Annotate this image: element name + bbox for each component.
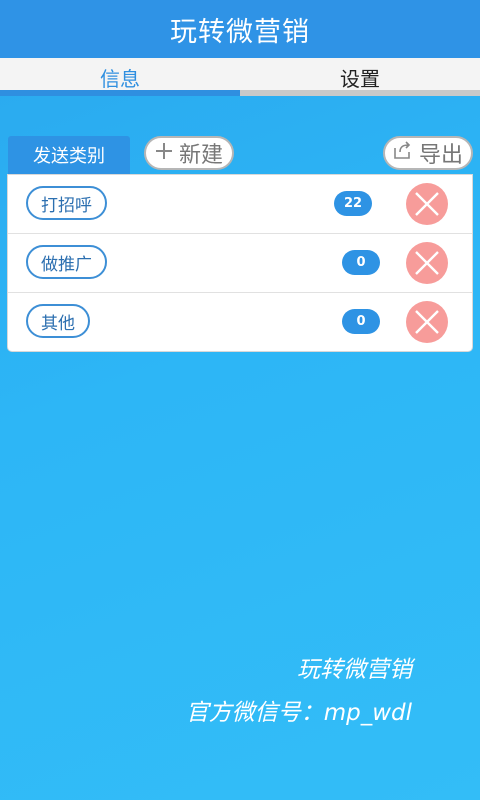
- export-button-label: 导出: [418, 143, 463, 168]
- category-label-button[interactable]: 其他: [26, 304, 90, 338]
- footer-wechat-id: 官方微信号：mp_wdl: [185, 700, 412, 726]
- export-button[interactable]: 导出: [383, 136, 473, 170]
- tab-settings-label: 设置: [340, 66, 380, 91]
- list-item: 其他 0: [8, 293, 472, 352]
- list-item: 打招呼 22: [8, 175, 472, 234]
- send-category-tab[interactable]: 发送类别: [8, 136, 130, 174]
- category-label-button[interactable]: 打招呼: [26, 186, 107, 220]
- new-button-label: 新建: [178, 143, 223, 168]
- delete-button[interactable]: [406, 242, 448, 284]
- tab-settings[interactable]: 设置: [240, 58, 480, 96]
- count-badge: 0: [342, 250, 380, 275]
- tab-settings-indicator: [240, 90, 480, 96]
- delete-button[interactable]: [406, 301, 448, 343]
- footer-brand: 玩转微营销: [297, 657, 412, 683]
- count-badge: 0: [342, 309, 380, 334]
- list-item: 做推广 0: [8, 234, 472, 293]
- category-list: 打招呼 22 做推广 0 其他 0: [7, 174, 473, 352]
- tab-info-label: 信息: [100, 66, 140, 91]
- tab-info-indicator: [0, 90, 240, 96]
- send-category-label: 发送类别: [33, 146, 105, 167]
- close-icon: [415, 310, 439, 334]
- delete-button[interactable]: [406, 183, 448, 225]
- tab-info[interactable]: 信息: [0, 58, 240, 96]
- tab-bar: 信息 设置: [0, 58, 480, 96]
- close-icon: [415, 192, 439, 216]
- category-label-button[interactable]: 做推广: [26, 245, 107, 279]
- app-title-bar: 玩转微营销: [0, 0, 480, 58]
- plus-icon: [155, 141, 173, 166]
- close-icon: [415, 251, 439, 275]
- export-icon: [393, 140, 413, 166]
- app-title: 玩转微营销: [170, 16, 310, 48]
- count-badge: 22: [334, 191, 372, 216]
- new-button[interactable]: 新建: [144, 136, 234, 170]
